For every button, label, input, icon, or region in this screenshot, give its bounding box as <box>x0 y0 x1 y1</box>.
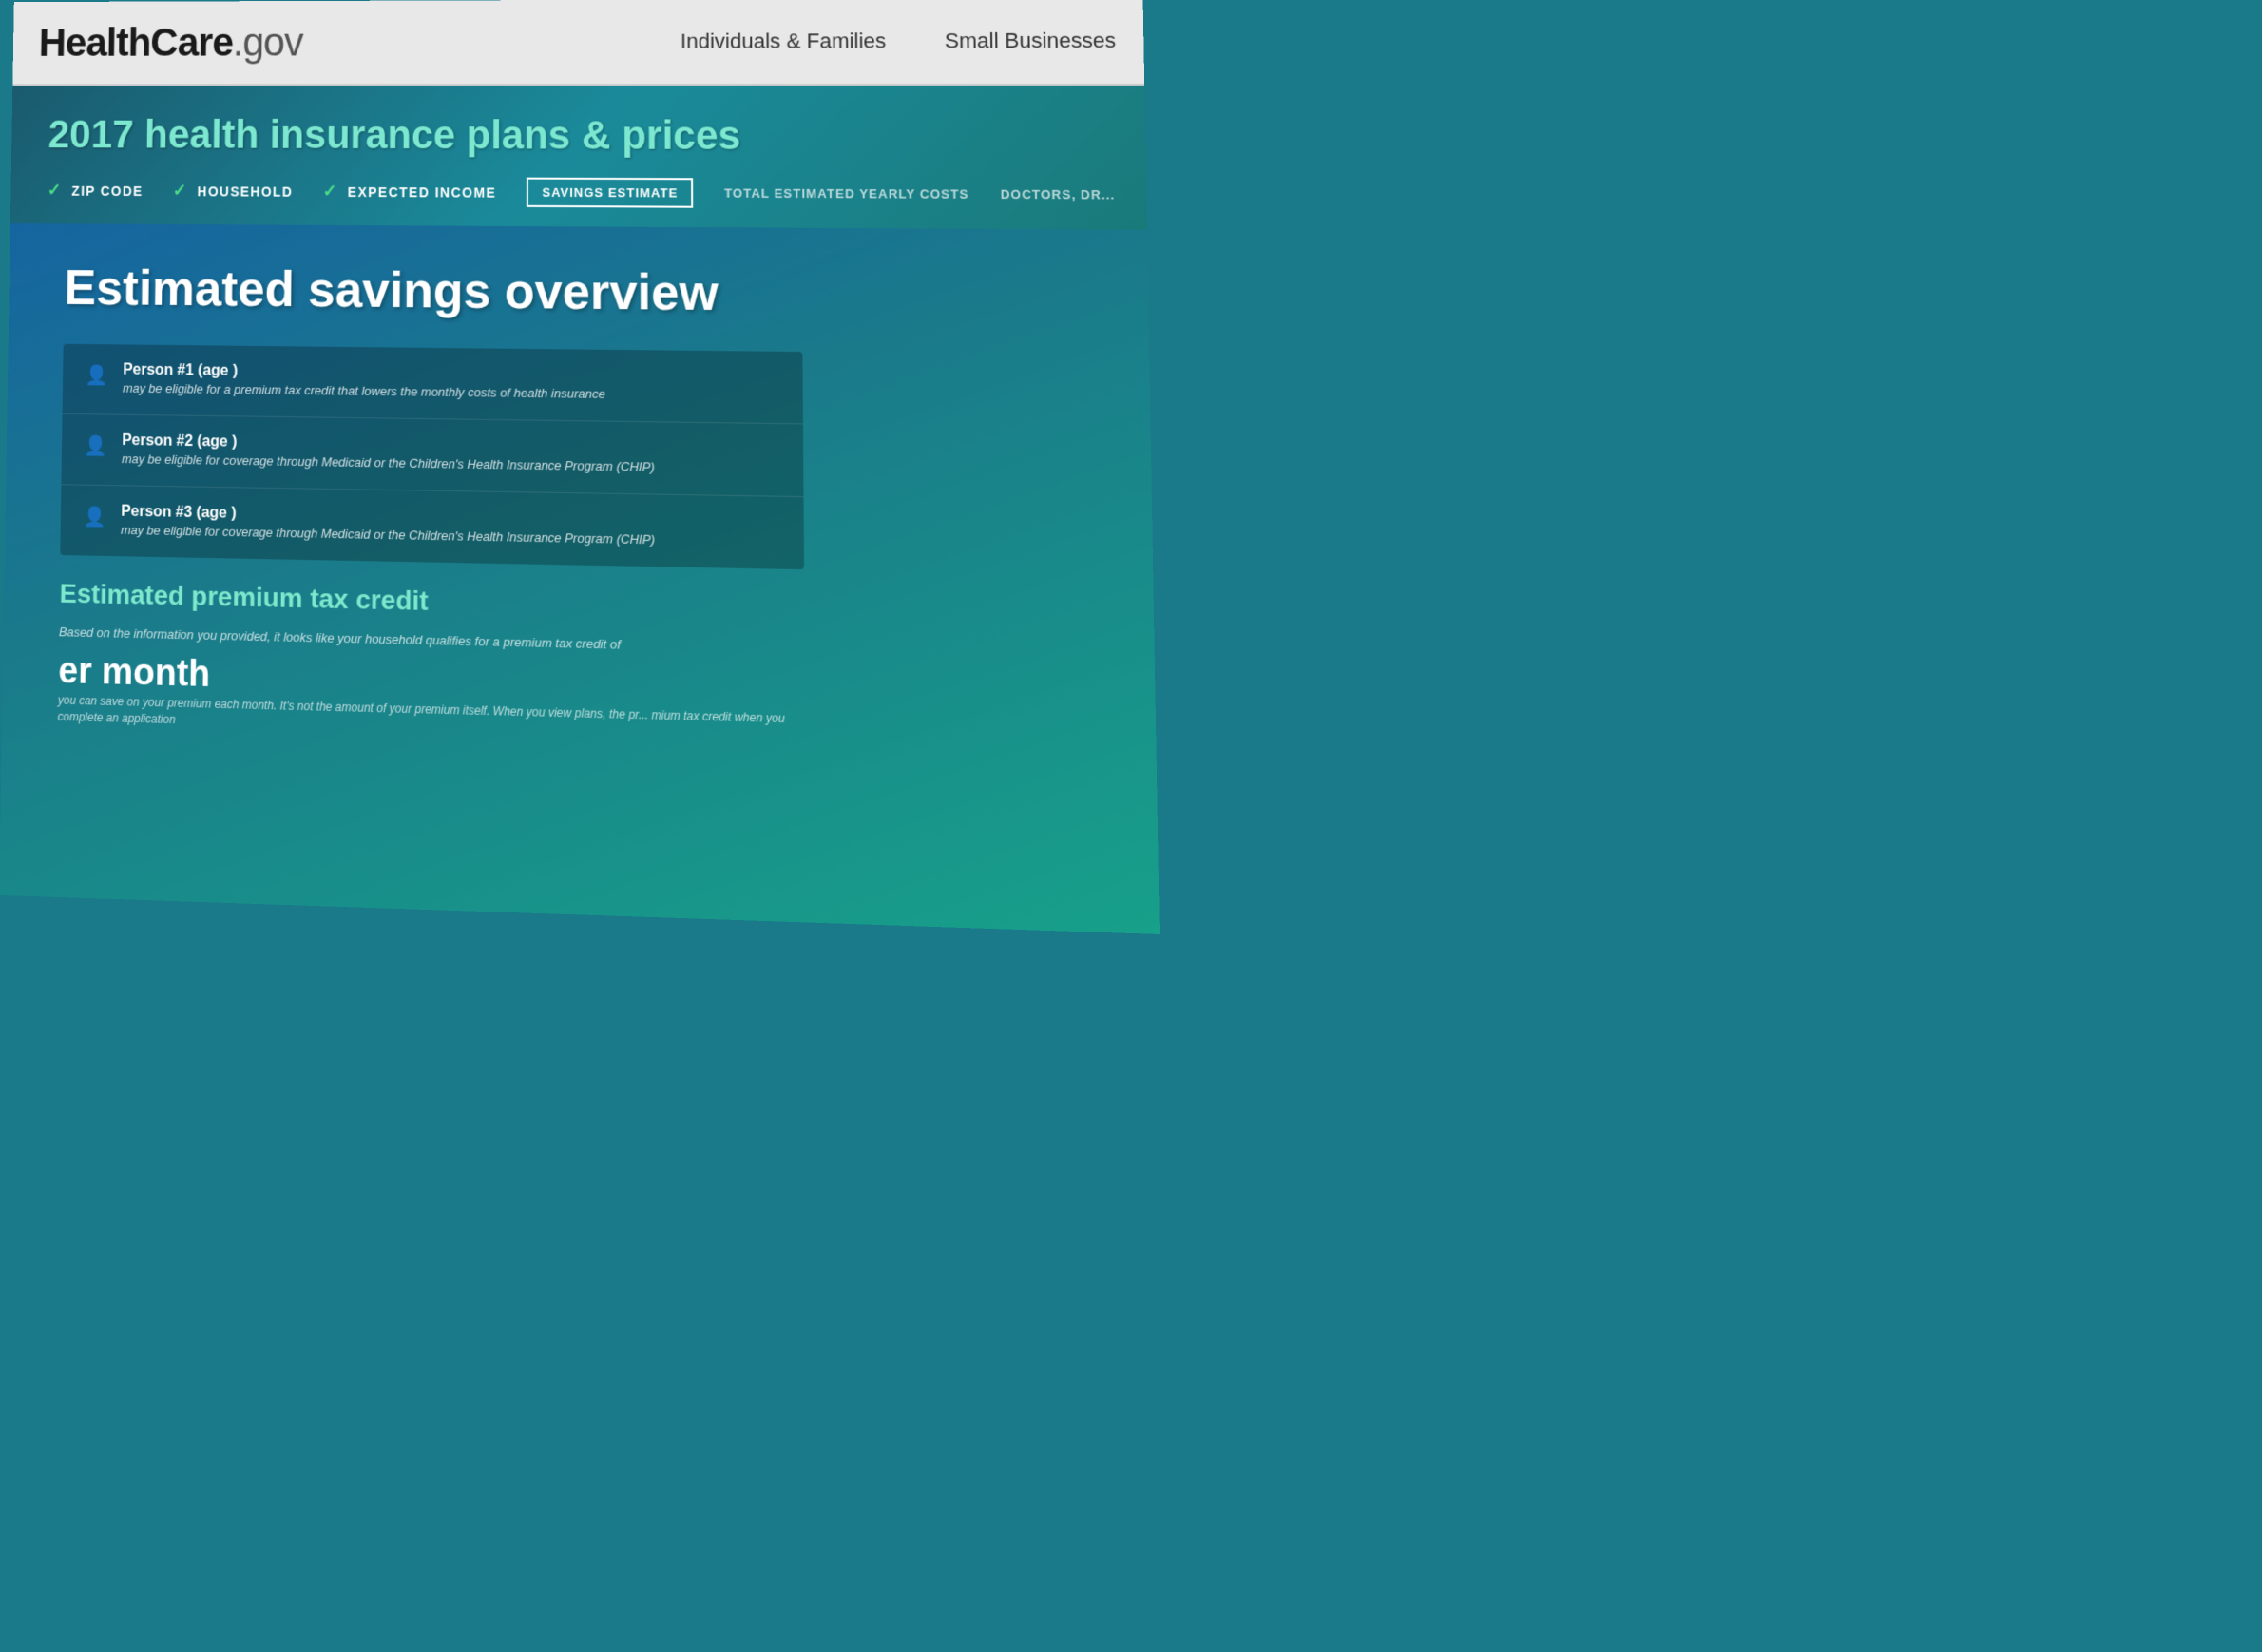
logo-container: HealthCare.gov <box>38 19 681 66</box>
person-2-icon: 👤 <box>84 433 107 458</box>
person-card-2: 👤 Person #2 (age ) may be eligible for c… <box>61 414 803 497</box>
tax-credit-title: Estimated premium tax credit <box>59 578 804 624</box>
step-total-costs-label: TOTAL ESTIMATED YEARLY COSTS <box>724 185 969 201</box>
person-1-icon: 👤 <box>85 363 108 387</box>
section-title: Estimated savings overview <box>64 261 1108 325</box>
per-month-section: er month you can save on your premium ea… <box>58 651 806 745</box>
header: HealthCare.gov Individuals & Families Sm… <box>12 0 1144 86</box>
step-savings-estimate[interactable]: SAVINGS ESTIMATE <box>527 178 693 208</box>
step-expected-income: ✓ EXPECTED INCOME <box>323 182 497 202</box>
banner-title: 2017 health insurance plans & prices <box>48 112 1105 160</box>
main-content: Estimated savings overview 👤 Person #1 (… <box>0 223 1160 934</box>
logo-suffix: .gov <box>233 20 303 65</box>
logo-main: HealthCare.gov <box>38 20 302 65</box>
banner: 2017 health insurance plans & prices ✓ Z… <box>10 86 1147 230</box>
person-card-3: 👤 Person #3 (age ) may be eligible for c… <box>60 485 804 569</box>
person-card-1: 👤 Person #1 (age ) may be eligible for a… <box>63 344 803 425</box>
step-income-check: ✓ <box>323 182 338 202</box>
steps-nav: ✓ ZIP CODE ✓ HOUSEHOLD ✓ EXPECTED INCOME… <box>48 176 1107 210</box>
person-cards: 👤 Person #1 (age ) may be eligible for a… <box>60 344 804 569</box>
step-household-label: HOUSEHOLD <box>198 183 294 199</box>
person-2-info: Person #2 (age ) may be eligible for cov… <box>122 432 780 478</box>
person-3-info: Person #3 (age ) may be eligible for cov… <box>121 503 780 550</box>
tax-credit-section: Estimated premium tax credit Based on th… <box>58 578 806 745</box>
nav-small-businesses[interactable]: Small Businesses <box>945 29 1116 54</box>
step-household: ✓ HOUSEHOLD <box>173 181 294 201</box>
step-household-check: ✓ <box>173 181 188 201</box>
person-3-icon: 👤 <box>83 505 106 529</box>
step-doctors-label: DOCTORS, DR... <box>1001 187 1116 202</box>
step-income-label: EXPECTED INCOME <box>348 183 497 200</box>
step-total-costs: TOTAL ESTIMATED YEARLY COSTS <box>724 185 969 201</box>
step-zip-code: ✓ ZIP CODE <box>48 181 144 201</box>
logo-main-text: HealthCare <box>38 20 233 65</box>
person-1-info: Person #1 (age ) may be eligible for a p… <box>123 362 779 406</box>
step-savings-label[interactable]: SAVINGS ESTIMATE <box>527 178 693 208</box>
step-doctors: DOCTORS, DR... <box>1001 187 1116 202</box>
header-nav: Individuals & Families Small Businesses <box>681 29 1116 54</box>
nav-individuals-families[interactable]: Individuals & Families <box>681 29 886 54</box>
step-zip-check: ✓ <box>48 181 63 201</box>
step-zip-label: ZIP CODE <box>71 182 143 198</box>
per-month-label: er month <box>58 651 210 696</box>
